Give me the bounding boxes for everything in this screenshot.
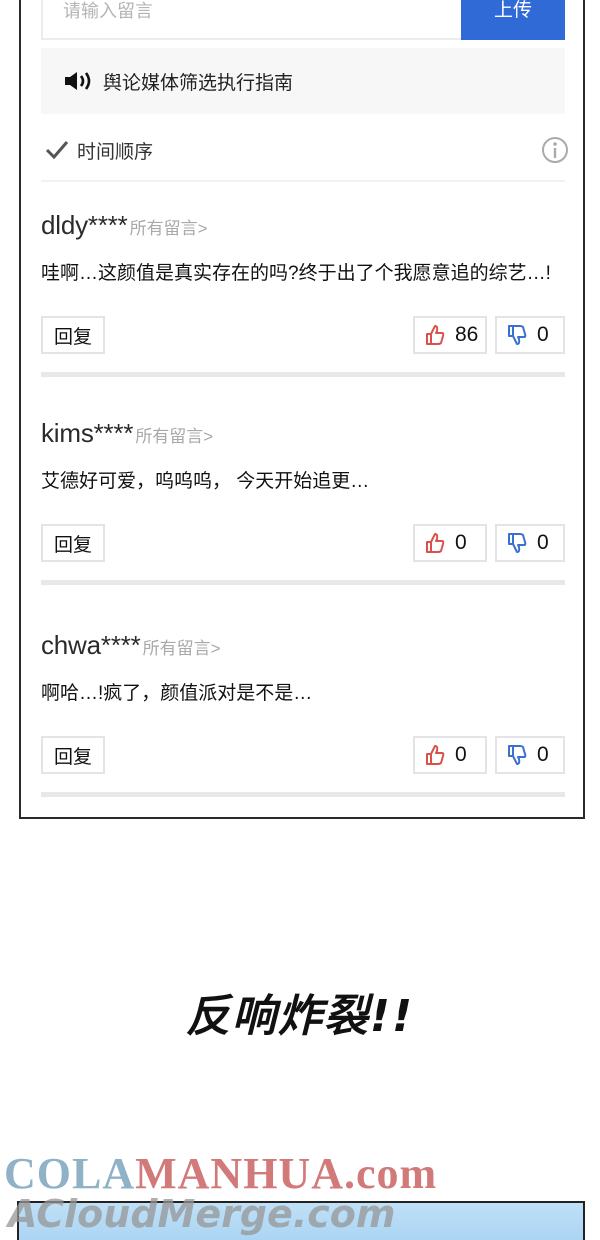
dislike-count: 0	[537, 323, 549, 346]
comment-item: kims**** 所有留言> 艾德好可爱，呜呜呜， 今天开始追更… 回复 0 0	[41, 418, 565, 608]
comment-item: dldy**** 所有留言> 哇啊…这颜值是真实存在的吗?终于出了个我愿意追的综…	[41, 210, 565, 400]
reply-button[interactable]: 回复	[41, 316, 105, 354]
watermark-acloudmerge: ACloudMerge.com	[8, 1192, 396, 1236]
dislike-count: 0	[537, 743, 549, 766]
comment-separator	[41, 792, 565, 797]
sort-row: 时间顺序	[41, 132, 569, 168]
comment-text: 哇啊…这颜值是真实存在的吗?终于出了个我愿意追的综艺…!	[41, 263, 551, 284]
info-icon[interactable]	[541, 136, 569, 164]
thumbs-down-icon	[508, 745, 527, 765]
guide-banner[interactable]: 舆论媒体筛选执行指南	[41, 48, 565, 114]
thumbs-up-icon	[426, 533, 445, 553]
comment-header: chwa**** 所有留言>	[41, 630, 221, 661]
thumbs-up-icon	[426, 745, 445, 765]
comment-text: 啊哈…!疯了，颜值派对是不是…	[41, 683, 313, 704]
upload-button[interactable]: 上传	[461, 0, 565, 40]
comment-panel: 请输入留言 上传 舆论媒体筛选执行指南 时间顺序 dldy**** 所有留言> …	[19, 0, 585, 819]
comment-input[interactable]: 请输入留言	[41, 0, 461, 40]
like-button[interactable]: 0	[413, 736, 487, 774]
like-button[interactable]: 0	[413, 524, 487, 562]
comment-header: kims**** 所有留言>	[41, 418, 213, 449]
comment-text: 艾德好可爱，呜呜呜， 今天开始追更…	[41, 471, 370, 492]
thumbs-down-icon	[508, 533, 527, 553]
all-comments-link[interactable]: 所有留言>	[143, 634, 221, 659]
sort-label[interactable]: 时间顺序	[77, 137, 153, 164]
comment-username[interactable]: kims****	[41, 418, 134, 449]
reaction-caption: 反响炸裂!!	[185, 991, 415, 1042]
watermark-part: MANHUA	[135, 1149, 344, 1198]
comment-header: dldy**** 所有留言>	[41, 210, 208, 241]
reply-button[interactable]: 回复	[41, 524, 105, 562]
reply-label: 回复	[53, 746, 92, 768]
comment-item: chwa**** 所有留言> 啊哈…!疯了，颜值派对是不是… 回复 0 0	[41, 630, 565, 820]
comment-separator	[41, 372, 565, 377]
speaker-icon	[65, 72, 91, 90]
all-comments-link[interactable]: 所有留言>	[130, 214, 208, 239]
all-comments-link[interactable]: 所有留言>	[135, 422, 213, 447]
comment-username[interactable]: dldy****	[41, 210, 128, 241]
dislike-button[interactable]: 0	[495, 736, 565, 774]
thumbs-down-icon	[508, 325, 527, 345]
guide-label: 舆论媒体筛选执行指南	[103, 72, 294, 94]
like-count: 86	[455, 323, 479, 346]
divider	[41, 180, 565, 182]
like-button[interactable]: 86	[413, 316, 487, 354]
watermark-part: COLA	[4, 1149, 136, 1198]
like-count: 0	[455, 531, 467, 554]
dislike-count: 0	[537, 531, 549, 554]
reply-button[interactable]: 回复	[41, 736, 105, 774]
watermark-part: .com	[343, 1149, 438, 1198]
thumbs-up-icon	[426, 325, 445, 345]
reply-label: 回复	[53, 326, 92, 348]
comment-input-row: 请输入留言 上传	[41, 0, 565, 40]
check-icon	[45, 141, 69, 160]
dislike-button[interactable]: 0	[495, 524, 565, 562]
comment-username[interactable]: chwa****	[41, 630, 141, 661]
reply-label: 回复	[53, 534, 92, 556]
like-count: 0	[455, 743, 467, 766]
dislike-button[interactable]: 0	[495, 316, 565, 354]
comment-separator	[41, 580, 565, 585]
